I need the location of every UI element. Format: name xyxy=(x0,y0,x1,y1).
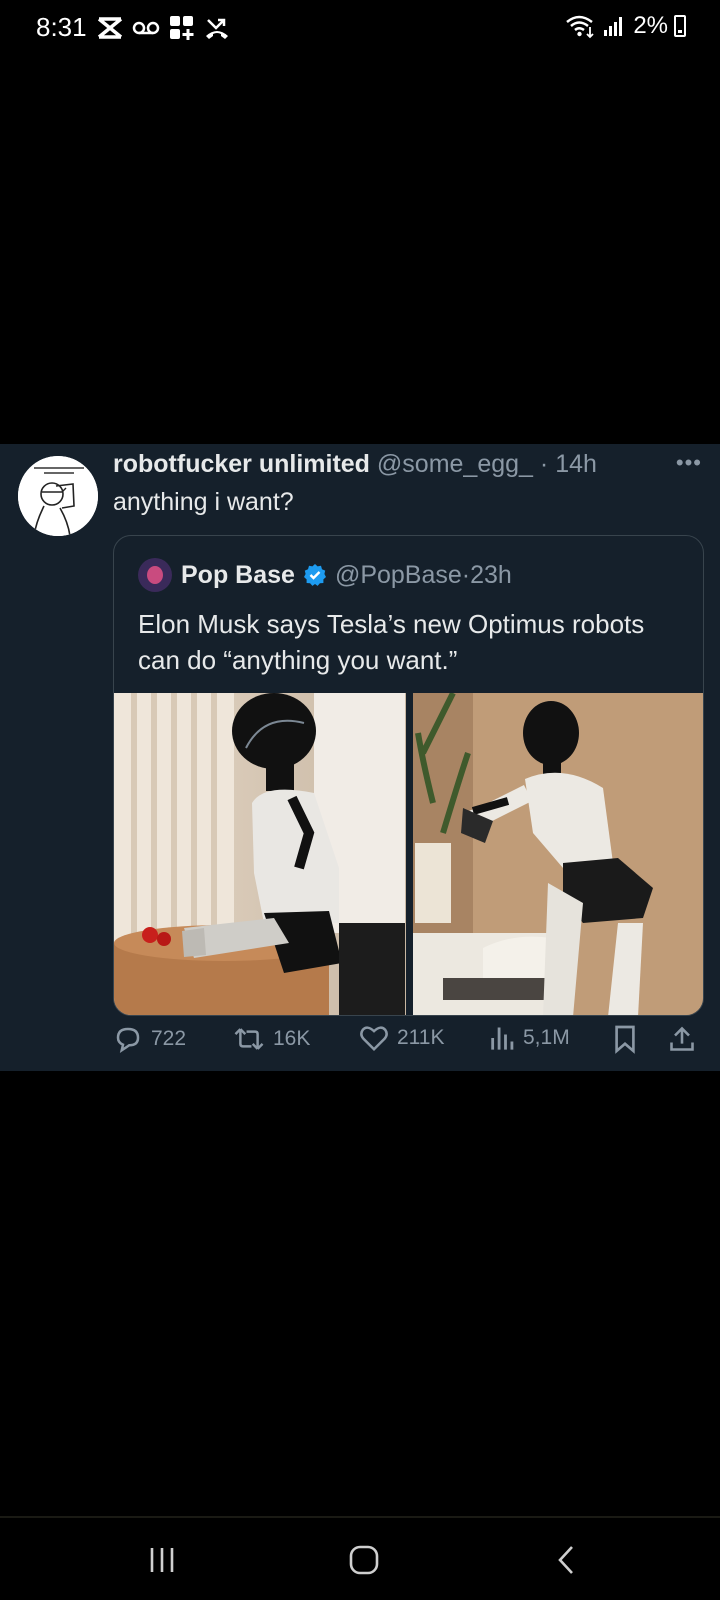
media-grid xyxy=(114,693,703,1015)
reply-icon xyxy=(116,1027,140,1054)
quoted-tweet-text: Elon Musk says Tesla’s new Optimus robot… xyxy=(138,609,645,675)
retweet-button[interactable]: 16K xyxy=(233,1024,310,1054)
views-button[interactable]: 5,1M xyxy=(489,1024,570,1052)
robot-watering-illustration xyxy=(413,693,703,1015)
user-handle[interactable]: @some_egg_ xyxy=(377,450,533,478)
wifi-icon xyxy=(566,15,594,39)
media-image-robot-watering[interactable] xyxy=(413,693,703,1015)
reply-count: 722 xyxy=(151,1027,187,1050)
quoted-separator-dot: · xyxy=(461,560,471,589)
bookmark-button[interactable] xyxy=(613,1024,637,1054)
system-navigation-bar xyxy=(0,1518,720,1600)
apps-icon xyxy=(170,16,194,40)
views-count: 5,1M xyxy=(523,1026,570,1049)
home-icon xyxy=(349,1545,379,1575)
tweet-text: anything i want? xyxy=(113,488,294,516)
quoted-tweet-time[interactable]: 23h xyxy=(470,561,512,590)
bookmark-icon xyxy=(615,1025,635,1054)
separator-dot: · xyxy=(539,450,549,478)
status-time: 8:31 xyxy=(36,12,87,42)
media-image-robot-table[interactable] xyxy=(114,693,406,1015)
battery-percentage: 2% xyxy=(633,12,668,39)
like-heart-icon xyxy=(360,1026,388,1052)
capcut-icon xyxy=(97,17,123,39)
retweet-count: 16K xyxy=(273,1027,311,1050)
views-bar-chart-icon xyxy=(491,1027,514,1050)
tweet-time[interactable]: 14h xyxy=(555,450,597,478)
more-options-icon[interactable]: ••• xyxy=(676,450,702,476)
display-name[interactable]: robotfucker unlimited xyxy=(113,450,370,478)
verified-badge-icon xyxy=(303,564,326,586)
like-count: 211K xyxy=(397,1026,445,1049)
quoted-tweet-header: Pop Base @PopBase · 23h xyxy=(138,558,512,592)
tweet-card[interactable]: robotfucker unlimited @some_egg_ · 14h •… xyxy=(0,444,720,1071)
home-button[interactable] xyxy=(340,1540,388,1580)
tweet-actions: 722 16K 211K 5,1M xyxy=(113,1022,703,1056)
avatar[interactable] xyxy=(18,456,98,536)
recent-apps-icon xyxy=(150,1548,174,1572)
quoted-avatar[interactable] xyxy=(138,558,172,592)
share-button[interactable] xyxy=(668,1024,696,1054)
quoted-user-handle[interactable]: @PopBase xyxy=(335,561,462,590)
share-icon xyxy=(670,1026,694,1051)
back-chevron-icon xyxy=(558,1546,573,1574)
missed-call-icon xyxy=(206,18,228,39)
robot-at-table-illustration xyxy=(114,693,405,1015)
status-notification-icons xyxy=(96,14,230,42)
quoted-tweet[interactable]: Pop Base @PopBase · 23h Elon Musk says T… xyxy=(113,535,704,1016)
battery-charging-icon xyxy=(674,15,686,37)
quoted-display-name[interactable]: Pop Base xyxy=(181,561,295,590)
voicemail-icon xyxy=(132,21,160,35)
avatar-drawing xyxy=(18,456,98,536)
recent-apps-button[interactable] xyxy=(138,1540,186,1580)
signal-icon xyxy=(604,17,623,36)
reply-button[interactable]: 722 xyxy=(113,1024,186,1054)
back-button[interactable] xyxy=(542,1540,590,1580)
like-button[interactable]: 211K xyxy=(359,1024,445,1052)
status-bar: 8:31 2% xyxy=(0,0,720,56)
tweet-header: robotfucker unlimited @some_egg_ · 14h xyxy=(113,450,597,479)
retweet-icon xyxy=(234,1028,264,1050)
status-system-icons: 2% xyxy=(565,12,686,40)
